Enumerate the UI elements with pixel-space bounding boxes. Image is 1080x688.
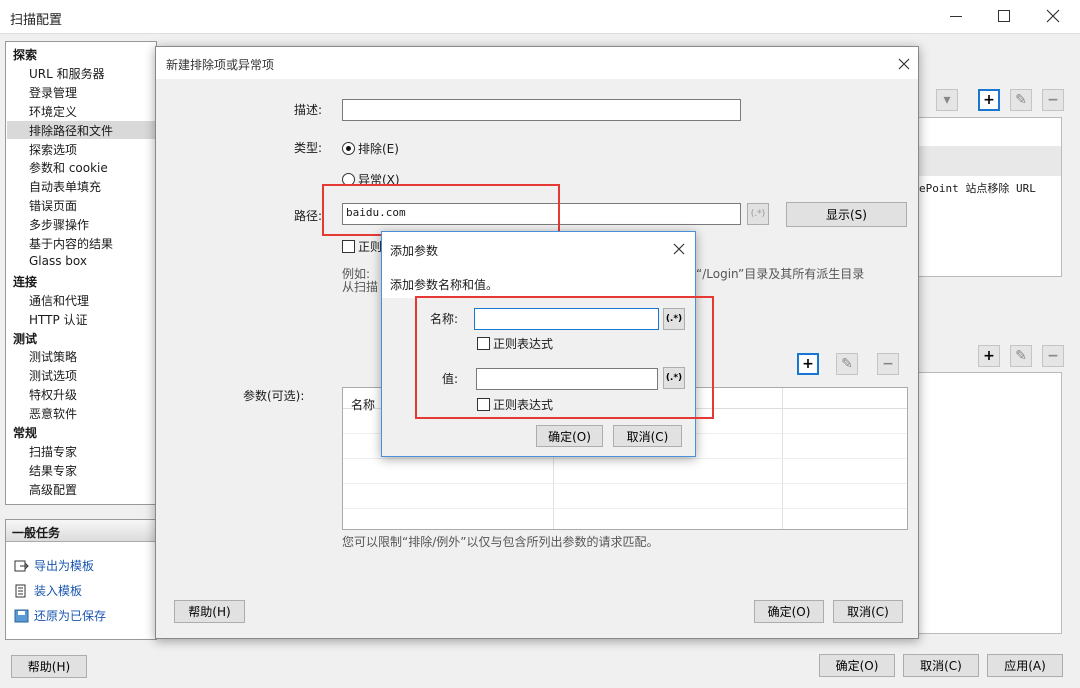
tree-item[interactable]: 特权升级: [29, 386, 77, 403]
param-name-field[interactable]: [474, 308, 659, 330]
param-value-field[interactable]: [476, 368, 658, 390]
path-regex-label: 正则: [358, 240, 383, 254]
task-restore-label: 还原为已保存: [34, 609, 107, 623]
tree-item[interactable]: 多步骤操作: [29, 216, 89, 233]
tree-item[interactable]: 自动表单填充: [29, 178, 101, 195]
tree-group-0[interactable]: 探索: [13, 46, 37, 63]
tree-item[interactable]: 测试策略: [29, 348, 77, 365]
task-panel: 一般任务 导出为模板 装入模板 还原为已保存: [5, 519, 157, 640]
tree-group-3[interactable]: 常规: [13, 424, 37, 441]
params-add-button[interactable]: +: [797, 353, 819, 375]
bg-down-button[interactable]: ▾: [936, 89, 958, 111]
window-apply-button[interactable]: 应用(A): [987, 654, 1063, 677]
maximize-icon[interactable]: [998, 10, 1010, 22]
bg-remove-button[interactable]: −: [1042, 89, 1064, 111]
add-param-prompt: 添加参数名称和值。: [390, 278, 499, 292]
restore-icon: [14, 609, 29, 622]
tree-group-2[interactable]: 测试: [13, 330, 37, 347]
path-label: 路径:: [294, 209, 323, 223]
bg-params-remove-button[interactable]: −: [1042, 345, 1064, 367]
window-help-button[interactable]: 帮助(H): [11, 655, 87, 678]
tree-item[interactable]: 登录管理: [29, 84, 77, 101]
close-icon[interactable]: [1046, 9, 1060, 23]
param-value-label: 值:: [442, 372, 459, 386]
import-icon: [15, 584, 26, 597]
bg-params-list: [912, 372, 1062, 634]
task-import[interactable]: 装入模板: [14, 582, 82, 599]
task-panel-title: 一般任务: [12, 526, 61, 540]
tree-group-1[interactable]: 连接: [13, 273, 37, 290]
tree-item[interactable]: 通信和代理: [29, 292, 89, 309]
tree-item[interactable]: 探索选项: [29, 141, 77, 158]
description-field[interactable]: [342, 99, 741, 121]
add-param-close-icon[interactable]: [673, 243, 685, 255]
bg-list-entry: ePoint 站点移除 URL: [919, 182, 1036, 195]
task-export-label: 导出为模板: [34, 559, 95, 573]
example-text: 将“/Login”目录及其所有派生目录: [684, 267, 865, 281]
type-label: 类型:: [294, 141, 323, 155]
radio-exclude[interactable]: 排除(E): [342, 140, 399, 157]
param-name-regex-checkbox[interactable]: 正则表达式: [477, 335, 553, 352]
params-name-header: 名称: [351, 398, 376, 412]
bg-params-add-button[interactable]: +: [978, 345, 1000, 367]
tree-item[interactable]: 错误页面: [29, 197, 77, 214]
radio-exclude-dot: [342, 142, 355, 155]
params-edit-button[interactable]: ✎: [836, 353, 858, 375]
tree-item[interactable]: 结果专家: [29, 462, 77, 479]
tree-item[interactable]: 排除路径和文件: [29, 122, 113, 139]
tree-item[interactable]: 扫描专家: [29, 443, 77, 460]
tree-item[interactable]: 基于内容的结果: [29, 235, 113, 252]
bg-add-button[interactable]: +: [978, 89, 1000, 111]
tree-item[interactable]: 高级配置: [29, 481, 77, 498]
param-value-regex-checkbox[interactable]: 正则表达式: [477, 396, 553, 413]
param-value-regex-label: 正则表达式: [493, 398, 554, 412]
dialog-close-icon[interactable]: [898, 58, 910, 70]
window-cancel-button[interactable]: 取消(C): [903, 654, 979, 677]
export-icon: [14, 560, 29, 571]
tree-item[interactable]: Glass box: [29, 254, 87, 268]
add-param-title: 添加参数: [390, 244, 439, 258]
title-bar: 扫描配置: [0, 0, 1080, 34]
exclusion-dialog-title: 新建排除项或异常项: [166, 58, 275, 72]
param-name-regex-label: 正则表达式: [493, 337, 554, 351]
bg-edit-button[interactable]: ✎: [1010, 89, 1032, 111]
task-import-label: 装入模板: [34, 584, 83, 598]
path-highlight: [322, 184, 560, 236]
minimize-icon[interactable]: [950, 16, 962, 17]
param-name-label: 名称:: [430, 312, 459, 326]
add-param-titlebar: 添加参数: [382, 232, 695, 266]
config-tree: 探索 URL 和服务器 登录管理环境定义排除路径和文件 探索选项 参数和 cookie 自…: [5, 41, 157, 505]
description-label: 描述:: [294, 103, 323, 117]
dialog-cancel-button[interactable]: 取消(C): [833, 600, 903, 623]
task-restore[interactable]: 还原为已保存: [14, 607, 106, 624]
tree-item[interactable]: 测试选项: [29, 367, 77, 384]
bg-exclusion-list: ePoint 站点移除 URL: [912, 117, 1062, 277]
tree-item[interactable]: 恶意软件: [29, 405, 77, 422]
tree-item[interactable]: HTTP 认证: [29, 311, 88, 328]
example-text-2: 从扫描: [342, 280, 379, 294]
params-note: 您可以限制“排除/例外”以仅与包含所列出参数的请求匹配。: [342, 535, 659, 549]
tree-item[interactable]: URL 和服务器: [29, 65, 105, 82]
tree-item[interactable]: 环境定义: [29, 103, 77, 120]
path-regex-button[interactable]: (.*): [747, 203, 769, 225]
task-panel-header: 一般任务: [6, 520, 156, 542]
show-button[interactable]: 显示(S): [786, 202, 907, 227]
param-value-regex-button[interactable]: (.*): [663, 367, 685, 389]
exclusion-dialog-titlebar: 新建排除项或异常项: [156, 47, 918, 79]
path-regex-checkbox[interactable]: 正则: [342, 238, 382, 255]
dialog-ok-button[interactable]: 确定(O): [754, 600, 824, 623]
add-param-cancel-button[interactable]: 取消(C): [613, 425, 682, 447]
radio-exclude-label: 排除(E): [358, 142, 399, 156]
add-param-ok-button[interactable]: 确定(O): [536, 425, 603, 447]
params-remove-button[interactable]: −: [877, 353, 899, 375]
param-name-regex-button[interactable]: (.*): [663, 308, 685, 330]
params-label: 参数(可选):: [243, 389, 305, 403]
tree-item[interactable]: 参数和 cookie: [29, 159, 108, 176]
window-ok-button[interactable]: 确定(O): [819, 654, 895, 677]
task-export[interactable]: 导出为模板: [14, 557, 94, 574]
dialog-help-button[interactable]: 帮助(H): [174, 600, 245, 623]
bg-params-edit-button[interactable]: ✎: [1010, 345, 1032, 367]
